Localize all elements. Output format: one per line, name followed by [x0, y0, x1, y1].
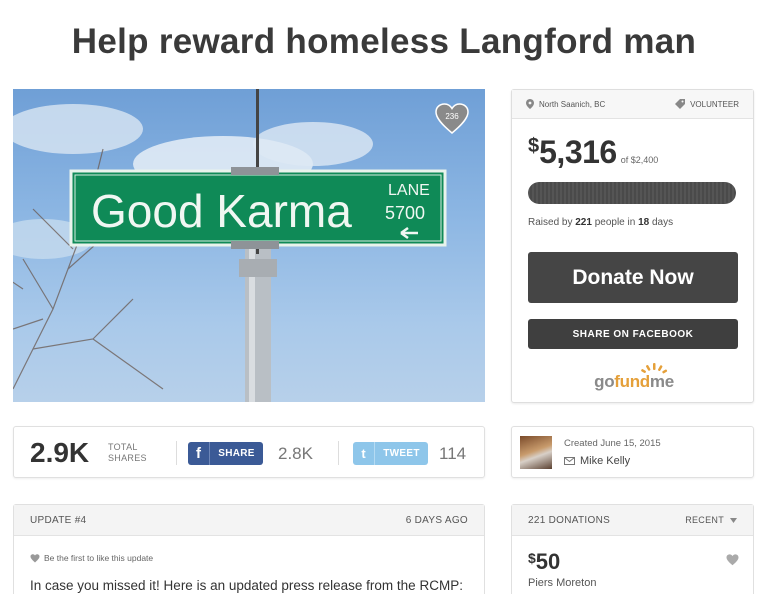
facebook-share-button[interactable]: f SHARE — [188, 442, 263, 465]
avatar[interactable] — [520, 436, 552, 469]
heart-icon — [30, 553, 40, 562]
divider — [338, 441, 339, 465]
like-count: 236 — [445, 112, 459, 121]
twitter-icon: t — [353, 442, 375, 465]
page-title: Help reward homeless Langford man — [71, 22, 697, 61]
progress-bar — [528, 182, 736, 204]
amount-raised: $ 5,316 of $2,400 — [528, 134, 659, 170]
organizer-name[interactable]: Mike Kelly — [564, 455, 630, 467]
progress-fill — [528, 182, 736, 204]
donation-amount: $50 — [528, 549, 561, 574]
heart-icon[interactable] — [726, 554, 739, 566]
location-pin-icon — [526, 99, 534, 109]
created-date: Created June 15, 2015 — [564, 438, 661, 449]
divider — [176, 441, 177, 465]
sign-name-text: Good Karma — [91, 185, 352, 237]
campaign-image[interactable]: Good Karma LANE 5700 236 — [13, 89, 485, 402]
share-on-facebook-button[interactable]: SHARE ON FACEBOOK — [528, 319, 738, 349]
update-text: In case you missed it! Here is an update… — [30, 578, 463, 593]
like-badge[interactable]: 236 — [435, 103, 469, 135]
svg-text:5700: 5700 — [385, 203, 425, 223]
donations-header: 221 DONATIONS RECENT — [512, 505, 753, 536]
donor-name: Piers Moreton — [528, 577, 597, 589]
tweet-count: 114 — [439, 444, 467, 463]
organizer-box: Created June 15, 2015 Mike Kelly — [511, 426, 754, 478]
total-shares-count: 2.9K — [30, 437, 90, 468]
raised-by-text: Raised by 221 people in 18 days — [528, 217, 674, 228]
donations-count: 221 DONATIONS — [528, 514, 611, 526]
goal-text: of $2,400 — [620, 155, 659, 165]
campaign-meta: North Saanich, BC VOLUNTEER — [512, 90, 753, 119]
like-update[interactable]: Be the first to like this update — [30, 553, 153, 563]
update-age: 6 DAYS AGO — [405, 514, 468, 526]
tweet-button[interactable]: t TWEET — [353, 442, 428, 465]
tag-icon — [675, 99, 686, 109]
category[interactable]: VOLUNTEER — [675, 99, 739, 109]
donations-box: 221 DONATIONS RECENT $50 Piers Moreton — [511, 504, 754, 594]
chevron-down-icon — [730, 517, 737, 523]
gofundme-logo[interactable]: gofundme — [584, 360, 684, 394]
facebook-icon: f — [188, 442, 210, 465]
street-sign-photo: Good Karma LANE 5700 — [13, 89, 447, 402]
share-bar: 2.9K TOTAL SHARES f SHARE 2.8K t TWEET 1… — [13, 426, 485, 478]
location[interactable]: North Saanich, BC — [526, 99, 605, 109]
total-shares-label: TOTAL SHARES — [108, 442, 147, 463]
update-header: UPDATE #4 6 DAYS AGO — [14, 505, 484, 536]
campaign-summary: North Saanich, BC VOLUNTEER $ 5,316 of $… — [511, 89, 754, 403]
update-number: UPDATE #4 — [30, 514, 87, 526]
update-box: UPDATE #4 6 DAYS AGO Be the first to lik… — [13, 504, 485, 594]
svg-text:LANE: LANE — [388, 182, 430, 199]
donate-now-button[interactable]: Donate Now — [528, 252, 738, 303]
sort-dropdown[interactable]: RECENT — [685, 515, 737, 525]
facebook-share-count: 2.8K — [278, 444, 313, 463]
envelope-icon — [564, 457, 575, 465]
